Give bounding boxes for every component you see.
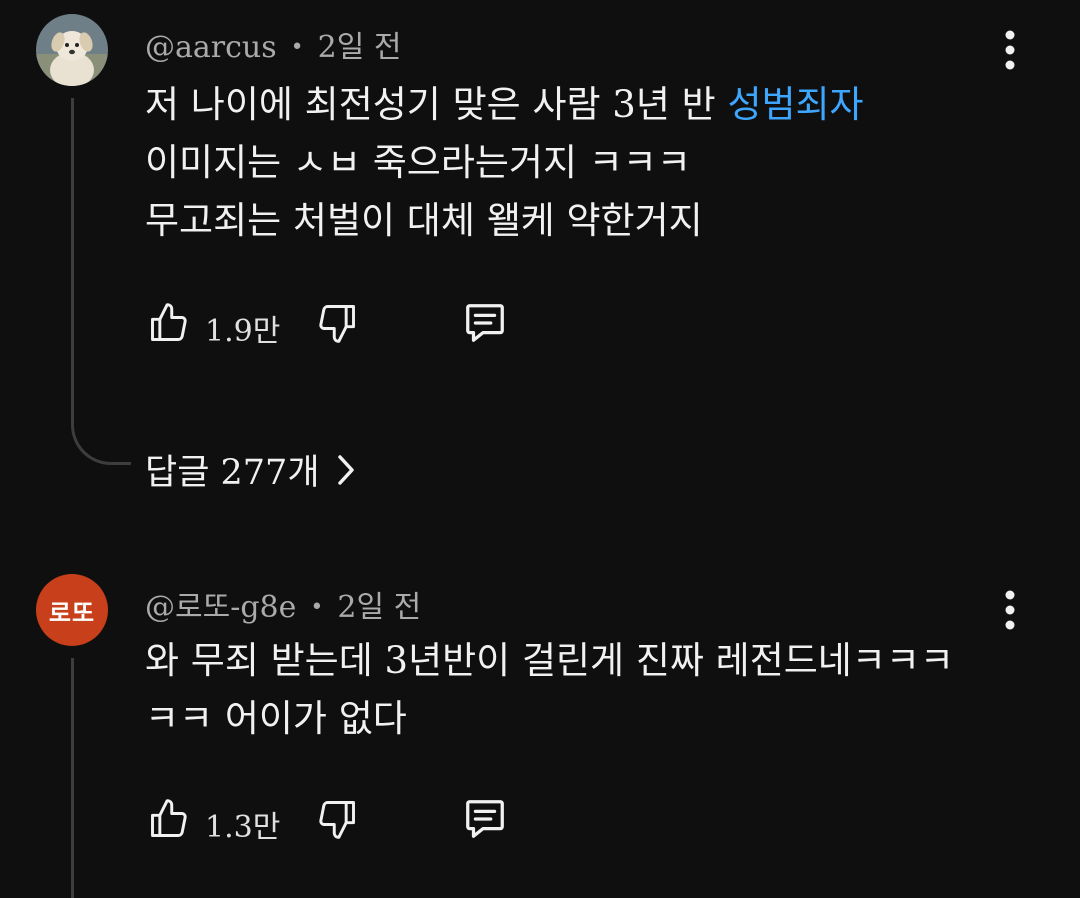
comment-line: 이미지는 ㅅㅂ 죽으라는거지 ㅋㅋㅋ: [145, 141, 691, 184]
thumbs-up-icon: [151, 799, 187, 837]
comment-time: 2일 전: [317, 30, 402, 65]
vertical-dots-icon: [1005, 590, 1015, 630]
more-options-button[interactable]: [996, 588, 1024, 632]
like-button[interactable]: [145, 298, 193, 348]
reply-button[interactable]: [461, 298, 509, 348]
comment-actions: 1.3만: [145, 794, 545, 845]
comment-meta: @로또-g8e • 2일 전: [145, 582, 421, 626]
vertical-dots-icon: [1005, 30, 1015, 70]
comment-meta: @aarcus • 2일 전: [145, 22, 401, 66]
meta-separator: •: [310, 595, 324, 620]
hashtag-link[interactable]: 성범죄자: [727, 83, 863, 126]
comment-2: 로또 @로또-g8e • 2일 전 와 무죄 받는데 3년반이 걸린게 진짜 레전드…: [0, 560, 1080, 898]
thread-line: [71, 98, 74, 418]
thumbs-up-icon: [151, 303, 187, 341]
comment-line: 무고죄는 처벌이 대체 왤케 약한거지: [145, 199, 703, 242]
comment-actions: 1.9만: [145, 298, 545, 349]
meta-separator: •: [290, 35, 304, 60]
view-replies-button[interactable]: 답글 277개: [145, 444, 356, 495]
author-name[interactable]: @로또-g8e: [145, 590, 296, 625]
comment-line: ㅋㅋ 어이가 없다: [145, 697, 407, 740]
reply-button[interactable]: [461, 794, 509, 844]
dislike-button[interactable]: [313, 794, 361, 844]
dislike-button[interactable]: [313, 298, 361, 348]
thumbs-down-icon: [319, 305, 355, 343]
avatar[interactable]: 로또: [36, 574, 108, 646]
comment-text: 와 무죄 받는데 3년반이 걸린게 진짜 레전드네ㅋㅋㅋ ㅋㅋ 어이가 없다: [145, 632, 954, 748]
comment-time: 2일 전: [337, 590, 422, 625]
comment-line: 저 나이에 최전성기 맞은 사람 3년 반 성범죄자: [145, 83, 864, 126]
more-options-button[interactable]: [996, 28, 1024, 72]
comment-text: 저 나이에 최전성기 맞은 사람 3년 반 성범죄자 이미지는 ㅅㅂ 죽으라는거…: [145, 76, 864, 250]
comment-line: 와 무죄 받는데 3년반이 걸린게 진짜 레전드네ㅋㅋㅋ: [145, 639, 954, 682]
thread-line: [71, 658, 74, 898]
comment-icon: [466, 800, 504, 838]
like-button[interactable]: [145, 794, 193, 844]
comment-1: @aarcus • 2일 전 저 나이에 최전성기 맞은 사람 3년 반 성범죄자 …: [0, 0, 1080, 520]
avatar[interactable]: [36, 14, 108, 86]
chevron-right-icon: [336, 453, 356, 487]
author-name[interactable]: @aarcus: [145, 30, 277, 65]
avatar-initials: 로또: [48, 598, 96, 627]
thumbs-down-icon: [319, 801, 355, 839]
comment-icon: [466, 304, 504, 342]
puppy-avatar-icon: [36, 14, 108, 86]
replies-label: 답글 277개: [145, 453, 320, 493]
like-count: 1.3만: [205, 810, 281, 845]
thread-connector: [71, 415, 131, 465]
like-count: 1.9만: [205, 314, 281, 349]
